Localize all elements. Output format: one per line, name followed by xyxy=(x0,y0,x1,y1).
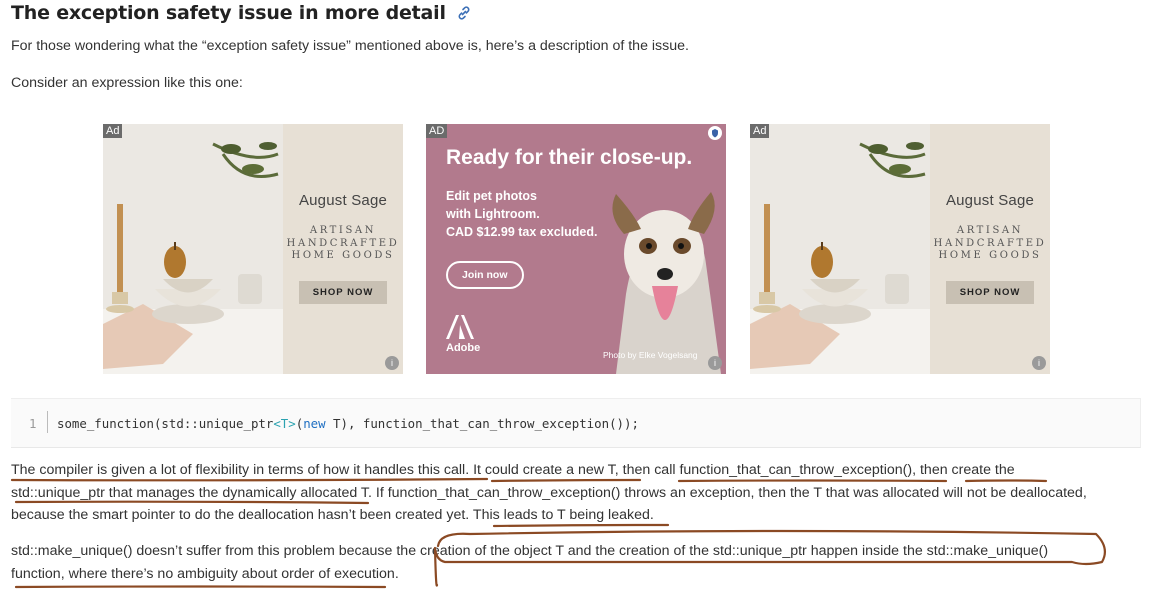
ad-panel: August Sage ARTISAN HANDCRAFTED HOME GOO… xyxy=(930,124,1050,374)
ad-info-icon[interactable]: i xyxy=(708,356,722,370)
photo-credit: Photo by Elke Vogelsang xyxy=(603,350,698,360)
text-line: std::make_unique() doesn’t suffer from t… xyxy=(11,543,1049,559)
intro-paragraph: For those wondering what the “exception … xyxy=(11,38,689,54)
join-now-button[interactable]: Join now xyxy=(446,261,524,289)
explanation-paragraph: The compiler is given a lot of flexibili… xyxy=(11,459,1087,527)
line-number: 1 xyxy=(29,416,37,431)
ad-panel: August Sage ARTISAN HANDCRAFTED HOME GOO… xyxy=(283,124,403,374)
text-line: because the smart pointer to do the deal… xyxy=(11,507,654,523)
intro-paragraph-2: Consider an expression like this one: xyxy=(11,75,243,91)
ad-dog-photo xyxy=(612,192,721,374)
make-unique-paragraph: std::make_unique() doesn’t suffer from t… xyxy=(11,540,1048,585)
ad-adobe-lightroom[interactable]: Ready for their close-up. Edit pet photo… xyxy=(426,124,726,374)
ad-brand: August Sage xyxy=(945,192,1035,209)
ad-badge: AD xyxy=(426,124,448,138)
ad-info-icon[interactable]: i xyxy=(1032,356,1046,370)
shop-now-button[interactable]: SHOP NOW xyxy=(945,280,1035,304)
ad-badge: Ad xyxy=(103,124,123,138)
ad-badge: Ad xyxy=(750,124,770,138)
ad-august-sage-left[interactable]: August Sage ARTISAN HANDCRAFTED HOME GOO… xyxy=(103,124,403,374)
adobe-logo-icon xyxy=(446,315,474,339)
shop-now-button[interactable]: SHOP NOW xyxy=(298,280,388,304)
section-title: The exception safety issue in more detai… xyxy=(11,2,446,24)
ad-headline: Ready for their close-up. xyxy=(446,146,693,169)
underline-mark xyxy=(14,585,387,589)
ad-product-photo xyxy=(103,124,283,374)
ad-info-icon[interactable]: i xyxy=(385,356,399,370)
section-heading: The exception safety issue in more detai… xyxy=(11,2,472,24)
ad-august-sage-right[interactable]: August Sage ARTISAN HANDCRAFTED HOME GOO… xyxy=(750,124,1050,374)
text-line: function, where there’s no ambiguity abo… xyxy=(11,565,399,582)
ad-product-photo xyxy=(750,124,930,374)
ad-brand: August Sage xyxy=(298,192,388,209)
text-line: The compiler is given a lot of flexibili… xyxy=(11,462,1015,478)
ad-tagline: ARTISAN HANDCRAFTED HOME GOODS xyxy=(286,225,400,261)
adobe-logo-label: Adobe xyxy=(446,342,481,354)
code-line[interactable]: some_function(std::unique_ptr<T>(new T),… xyxy=(57,416,639,431)
link-icon[interactable] xyxy=(456,5,472,21)
gutter-divider xyxy=(47,411,48,433)
code-block[interactable]: 1 some_function(std::unique_ptr<T>(new T… xyxy=(11,398,1141,448)
ad-tagline: ARTISAN HANDCRAFTED HOME GOODS xyxy=(933,225,1047,261)
text-line: std::unique_ptr that manages the dynamic… xyxy=(11,484,1087,501)
adchoices-icon[interactable] xyxy=(708,126,722,140)
ad-copy: Edit pet photos with Lightroom. CAD $12.… xyxy=(446,189,598,239)
